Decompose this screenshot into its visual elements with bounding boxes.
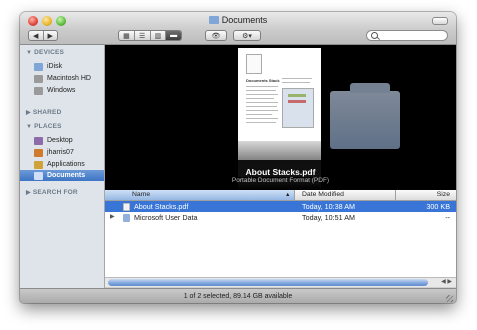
text-line xyxy=(282,78,312,79)
icon-view-button[interactable]: ▦ xyxy=(119,31,135,40)
file-size: 300 KB xyxy=(426,202,450,211)
window-title: Documents xyxy=(20,15,456,25)
sidebar-item-label: iDisk xyxy=(47,63,63,70)
eye-icon: 👁 xyxy=(211,32,221,40)
sidebar-item-macintosh-hd[interactable]: Macintosh HD xyxy=(20,73,104,84)
title-bar: Documents ◀ ▶ ▦ ☰ ▥ ▬ 👁 ⚙▾ xyxy=(20,12,456,45)
search-icon xyxy=(371,32,378,39)
text-line xyxy=(246,86,278,87)
folder-icon[interactable] xyxy=(330,83,400,149)
list-header: Name ▲ Date Modified Size xyxy=(105,190,456,201)
disclosure-down-icon: ▼ xyxy=(26,50,33,56)
file-name: Microsoft User Data xyxy=(134,213,198,222)
folder-icon xyxy=(123,214,130,222)
toolbar-toggle-button[interactable] xyxy=(432,17,448,25)
applications-icon xyxy=(34,160,43,169)
text-line xyxy=(246,98,274,99)
sidebar-item-label: Documents xyxy=(47,172,86,179)
disclosure-right-icon: ▶ xyxy=(26,190,31,196)
list-view-button[interactable]: ☰ xyxy=(135,31,151,40)
table-row[interactable]: About Stacks.pdf Today, 10:38 AM 300 KB xyxy=(105,201,456,212)
column-header-name[interactable]: Name xyxy=(105,190,295,200)
section-label: DEVICES xyxy=(34,49,65,56)
home-icon xyxy=(34,148,43,157)
documents-folder-icon xyxy=(34,171,43,180)
sidebar-item-label: Windows xyxy=(47,87,76,94)
text-line xyxy=(282,82,310,83)
forward-button[interactable]: ▶ xyxy=(44,32,58,40)
sidebar-section-devices[interactable]: ▼ DEVICES xyxy=(26,49,64,56)
status-text: 1 of 2 selected, 89.14 GB available xyxy=(183,293,293,300)
text-line xyxy=(246,90,276,91)
sidebar-item-applications[interactable]: Applications xyxy=(20,159,104,170)
sidebar-item-windows[interactable]: Windows xyxy=(20,85,104,96)
text-line xyxy=(246,122,276,123)
preview-file-name: About Stacks.pdf xyxy=(245,167,316,177)
sidebar-item-label: Desktop xyxy=(47,137,73,144)
folder-icon xyxy=(208,16,219,24)
disclosure-right-icon: ▶ xyxy=(26,110,31,116)
disclosure-down-icon: ▼ xyxy=(26,124,33,130)
column-header-date[interactable]: Date Modified xyxy=(296,190,396,200)
text-line xyxy=(246,94,278,95)
horizontal-scrollbar[interactable]: ◀ ▶ xyxy=(105,277,456,287)
sidebar-item-label: Macintosh HD xyxy=(47,75,91,82)
resize-handle-icon[interactable] xyxy=(446,295,453,302)
search-field[interactable] xyxy=(366,30,448,41)
sidebar-item-home[interactable]: jharris07 xyxy=(20,147,104,158)
preview-file-kind: Portable Document Format (PDF) xyxy=(231,177,330,184)
text-line xyxy=(246,102,278,103)
figure-element xyxy=(288,100,306,103)
file-date: Today, 10:51 AM xyxy=(302,213,356,222)
gear-icon: ⚙▾ xyxy=(242,32,252,40)
column-view-button[interactable]: ▥ xyxy=(151,31,167,40)
sidebar-item-desktop[interactable]: Desktop xyxy=(20,135,104,146)
file-list: Name ▲ Date Modified Size About Stacks.p… xyxy=(105,190,456,277)
section-label: PLACES xyxy=(34,123,62,130)
column-header-size[interactable]: Size xyxy=(437,190,450,200)
window-title-text: Documents xyxy=(221,15,268,25)
table-row[interactable]: ▶ Microsoft User Data Today, 10:51 AM -- xyxy=(105,212,456,223)
file-name: About Stacks.pdf xyxy=(134,202,189,211)
text-line xyxy=(246,118,278,119)
text-line xyxy=(246,114,272,115)
back-button[interactable]: ◀ xyxy=(29,32,43,40)
desktop-icon xyxy=(34,136,43,145)
section-label: SHARED xyxy=(32,109,62,116)
sort-ascending-icon: ▲ xyxy=(285,192,291,198)
scroll-thumb[interactable] xyxy=(108,279,428,286)
text-line xyxy=(246,106,277,107)
back-forward-control: ◀ ▶ xyxy=(28,30,58,41)
harddisk-icon xyxy=(34,86,43,95)
sidebar: ▼ DEVICES iDisk Macintosh HD Windows ▶ SHA… xyxy=(20,45,105,289)
file-size: -- xyxy=(445,213,450,222)
coverflow-preview[interactable]: Documents Stack About Stacks.pdf Portabl… xyxy=(105,45,456,190)
sidebar-section-places[interactable]: ▼ PLACES xyxy=(26,123,62,130)
idisk-icon xyxy=(34,62,43,71)
action-menu-button[interactable]: ⚙▾ xyxy=(233,30,261,41)
sidebar-item-label: Applications xyxy=(47,161,85,168)
status-bar: 1 of 2 selected, 89.14 GB available xyxy=(20,288,456,303)
figure-element xyxy=(288,94,306,97)
pdf-document-icon xyxy=(123,203,130,211)
scroll-arrows-icon[interactable]: ◀ ▶ xyxy=(441,278,452,285)
sidebar-section-search-for[interactable]: ▶ SEARCH FOR xyxy=(26,189,78,196)
disclosure-triangle-icon[interactable]: ▶ xyxy=(110,212,115,223)
harddisk-icon xyxy=(34,74,43,83)
file-date: Today, 10:38 AM xyxy=(302,202,356,211)
coverflow-view-button[interactable]: ▬ xyxy=(166,31,181,40)
quicklook-button[interactable]: 👁 xyxy=(205,30,227,41)
text-line xyxy=(246,110,278,111)
document-heading: Documents Stack xyxy=(246,78,280,83)
sidebar-item-idisk[interactable]: iDisk xyxy=(20,61,104,72)
sidebar-item-label: jharris07 xyxy=(47,149,74,156)
sidebar-item-documents[interactable]: Documents xyxy=(20,170,104,181)
document-icon xyxy=(246,54,262,74)
section-label: SEARCH FOR xyxy=(32,189,78,196)
sidebar-section-shared[interactable]: ▶ SHARED xyxy=(26,109,61,116)
view-switcher: ▦ ☰ ▥ ▬ xyxy=(118,30,182,41)
finder-window: Documents ◀ ▶ ▦ ☰ ▥ ▬ 👁 ⚙▾ ▼ DEVICES iDis… xyxy=(20,12,456,303)
